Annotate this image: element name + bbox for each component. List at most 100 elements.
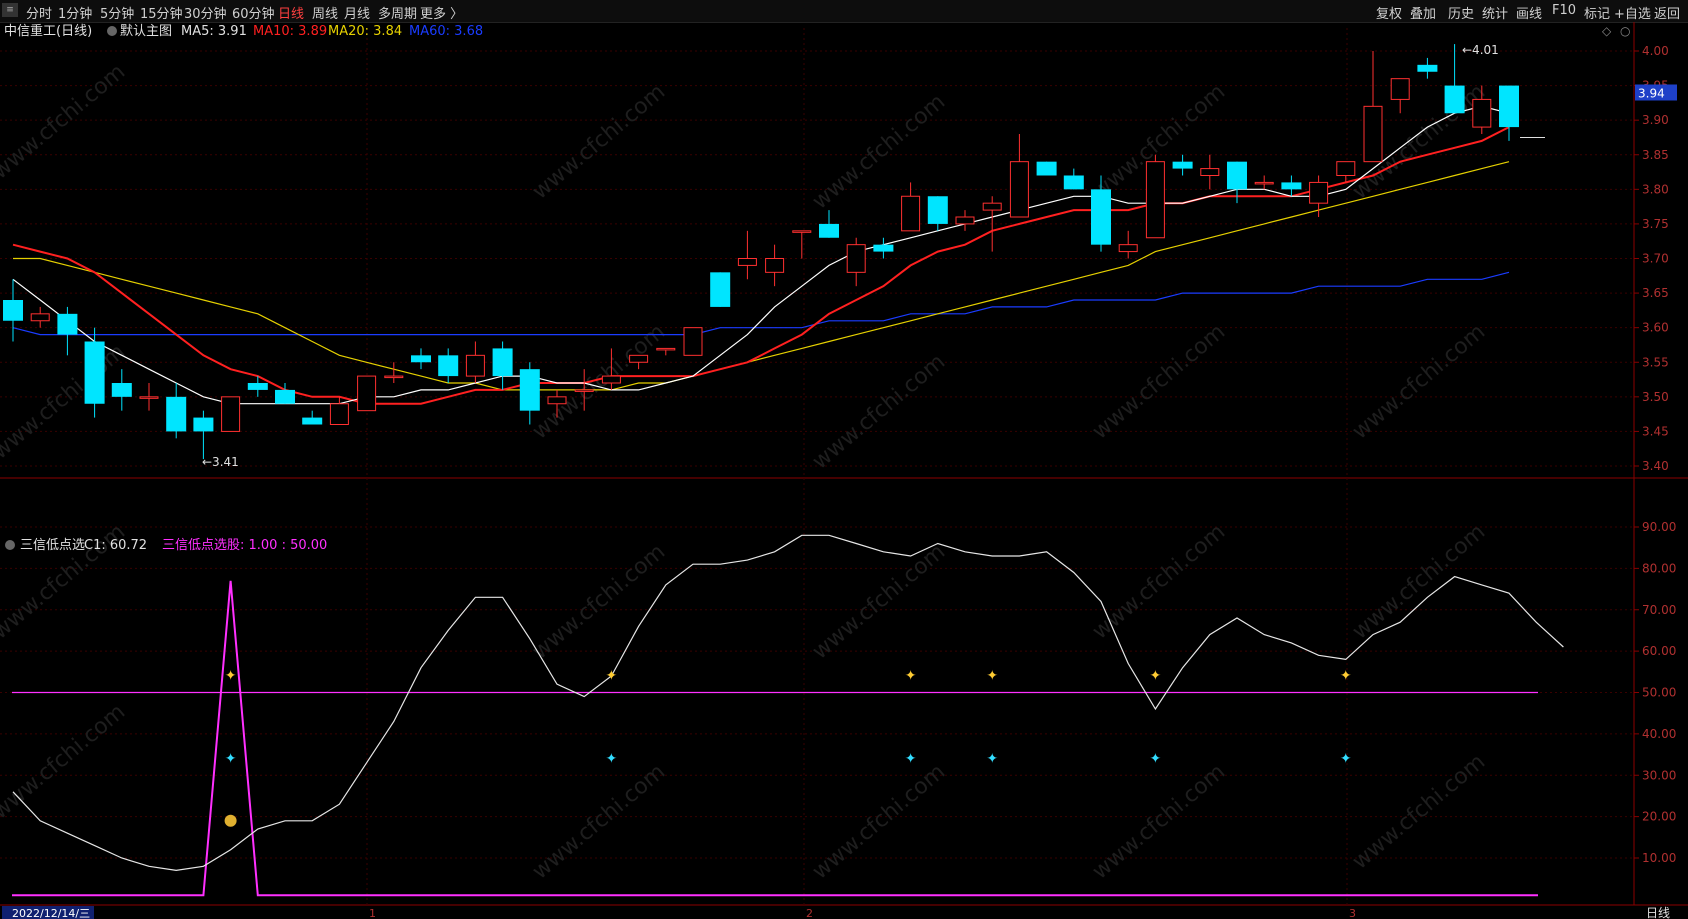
watermark-2: www.cfchi.com — [808, 89, 950, 214]
price-tick-label-8: 3.60 — [1642, 321, 1669, 335]
price-tick-label-0: 4.00 — [1642, 44, 1669, 58]
collapse-icon: ◇ — [1602, 24, 1612, 38]
candle-body-36 — [982, 202, 1002, 211]
candle-body-2 — [57, 313, 78, 335]
indicator-tick-label-2: 70.00 — [1642, 603, 1676, 617]
indicator-toggle-icon — [5, 540, 15, 550]
current-price-label: 3.94 — [1638, 87, 1665, 101]
candle-body-38 — [1036, 161, 1057, 176]
money-bag-icon — [224, 814, 237, 827]
indicator-tick-label-0: 90.00 — [1642, 520, 1676, 534]
indicator-tick-label-7: 20.00 — [1642, 810, 1676, 824]
candle-body-20 — [547, 396, 567, 405]
indicator-tick-label-5: 40.00 — [1642, 727, 1676, 741]
candle-body-5 — [139, 396, 159, 399]
butterfly-gold-icon-4: ✦ — [1150, 668, 1162, 684]
candle-body-51 — [1390, 78, 1410, 100]
candle-body-37 — [1009, 161, 1029, 218]
indicator-title: 三信低点选 — [20, 538, 85, 553]
low-price-label: ←3.41 — [202, 455, 239, 469]
watermark-7: www.cfchi.com — [808, 349, 950, 474]
butterfly-gold-icon-5: ✦ — [1340, 668, 1352, 684]
price-tick-label-5: 3.75 — [1642, 217, 1669, 231]
candle-body-33 — [901, 195, 921, 232]
butterfly-cyan-icon-5: ✦ — [1340, 751, 1352, 767]
ma20-legend: MA20: 3.84 — [328, 24, 402, 39]
ma5-legend: MA5: 3.91 — [181, 24, 247, 39]
c1-line — [12, 534, 1564, 872]
candle-body-50 — [1363, 105, 1383, 163]
watermark-13: www.cfchi.com — [1088, 519, 1230, 644]
candle-body-27 — [737, 258, 757, 266]
candle-body-47 — [1281, 182, 1302, 190]
butterfly-cyan-icon-4: ✦ — [1150, 751, 1162, 767]
price-tick-label-4: 3.80 — [1642, 182, 1669, 196]
candle-body-35 — [955, 216, 975, 225]
x-tick-label-2: 3 — [1349, 907, 1356, 919]
candle-body-54 — [1472, 98, 1492, 128]
candle-body-13 — [357, 375, 377, 412]
candle-body-23 — [629, 354, 649, 363]
watermark-1: www.cfchi.com — [528, 79, 670, 204]
butterfly-cyan-icon-3: ✦ — [986, 751, 998, 767]
candle-body-44 — [1200, 168, 1220, 176]
indicator-tick-label-8: 10.00 — [1642, 851, 1676, 865]
indicator-tick-label-3: 60.00 — [1642, 644, 1676, 658]
candle-body-43 — [1172, 161, 1193, 169]
stock-title: 中信重工(日线) — [4, 23, 92, 39]
candle-body-16 — [438, 355, 459, 377]
settings-icon: ○ — [1620, 24, 1630, 38]
x-tick-label-1: 2 — [806, 907, 813, 919]
candle-body-24 — [656, 347, 676, 351]
butterfly-cyan-icon-2: ✦ — [905, 751, 917, 767]
candle-body-52 — [1417, 64, 1438, 72]
candle-body-7 — [193, 417, 214, 432]
price-tick-label-10: 3.50 — [1642, 390, 1669, 404]
stock-chart: 4.003.953.903.853.803.753.703.653.603.55… — [0, 22, 1688, 919]
watermark-15: www.cfchi.com — [0, 699, 130, 824]
watermark-14: www.cfchi.com — [1348, 519, 1490, 644]
candle-body-46 — [1254, 181, 1274, 185]
candle-body-0 — [3, 300, 23, 321]
candle-body-25 — [683, 327, 703, 356]
candle-body-29 — [792, 230, 812, 233]
signal-legend: 三信低点选股: 1.00 : 50.00 — [162, 538, 327, 553]
butterfly-cyan-icon-0: ✦ — [225, 751, 237, 767]
candle-body-26 — [710, 272, 731, 307]
candle-body-30 — [819, 223, 839, 238]
candle-body-6 — [166, 396, 187, 432]
candle-body-45 — [1227, 161, 1247, 190]
candle-body-49 — [1336, 161, 1356, 177]
candle-body-3 — [84, 341, 105, 404]
butterfly-gold-icon-3: ✦ — [986, 668, 998, 684]
candle-body-19 — [519, 369, 540, 411]
watermark-19: www.cfchi.com — [1348, 749, 1490, 874]
ma10-legend: MA10: 3.89 — [253, 24, 327, 39]
candle-body-15 — [411, 355, 431, 363]
candle-body-39 — [1063, 175, 1084, 190]
watermark-0: www.cfchi.com — [0, 59, 130, 184]
indicator-tick-label-6: 30.00 — [1642, 768, 1676, 782]
butterfly-cyan-icon-1: ✦ — [606, 751, 618, 767]
candle-body-21 — [574, 389, 594, 392]
candle-body-9 — [247, 383, 268, 390]
candle-body-40 — [1091, 189, 1111, 245]
watermark-17: www.cfchi.com — [808, 759, 950, 884]
indicator-tick-label-1: 80.00 — [1642, 561, 1676, 575]
period-label: 日线 — [1646, 906, 1670, 919]
candle-body-34 — [927, 196, 948, 224]
candle-body-41 — [1118, 244, 1138, 253]
price-tick-label-3: 3.85 — [1642, 148, 1669, 162]
candle-body-10 — [275, 389, 295, 404]
price-tick-label-2: 3.90 — [1642, 113, 1669, 127]
candle-body-18 — [492, 348, 513, 377]
candle-body-11 — [302, 417, 323, 425]
candle-body-12 — [329, 403, 349, 425]
watermark-8: www.cfchi.com — [1088, 319, 1230, 444]
watermark-12: www.cfchi.com — [808, 539, 950, 664]
c1-legend: C1: 60.72 — [84, 538, 147, 553]
indicator-tick-label-4: 50.00 — [1642, 686, 1676, 700]
main-template-label: 默认主图 — [120, 23, 172, 39]
price-tick-label-12: 3.40 — [1642, 459, 1669, 473]
price-tick-label-7: 3.65 — [1642, 286, 1669, 300]
